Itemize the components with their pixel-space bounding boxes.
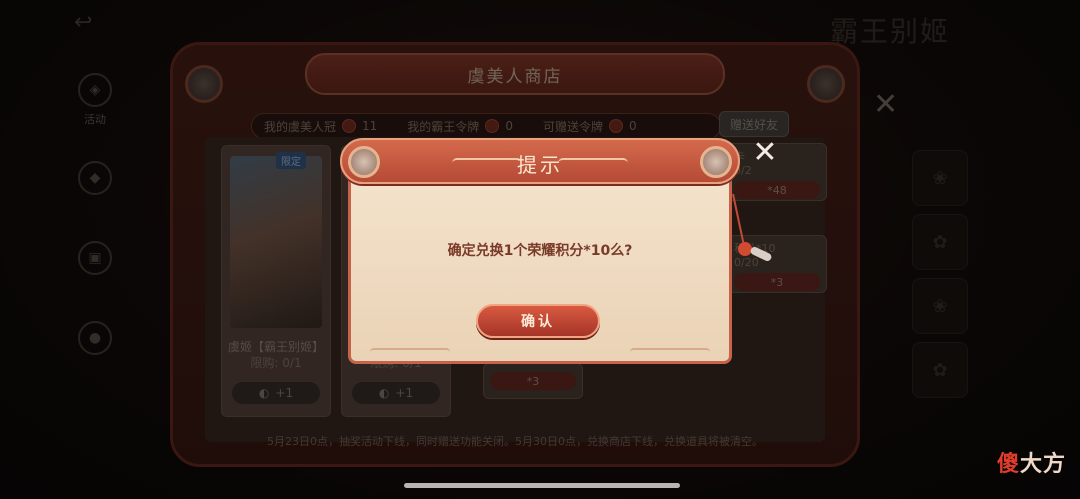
watermark-text: 大方 [1019,452,1066,477]
dialog-title: 提示 [517,153,563,177]
home-indicator[interactable] [404,483,680,488]
dialog-header: 提示 [340,138,740,184]
cloud-ornament-icon [630,348,710,356]
confirm-dialog: 提示 确定兑换1个荣耀积分*10么? 确认 [340,138,773,364]
watermark-char: 傻 [996,452,1020,477]
cloud-ornament-icon [370,348,450,356]
watermark: 傻大方 [997,446,1066,478]
dialog-message: 确定兑换1个荣耀积分*10么? [447,243,633,259]
close-icon[interactable]: ✕ [748,136,782,170]
confirm-button[interactable]: 确认 [476,304,600,338]
tassel-icon [728,193,788,284]
